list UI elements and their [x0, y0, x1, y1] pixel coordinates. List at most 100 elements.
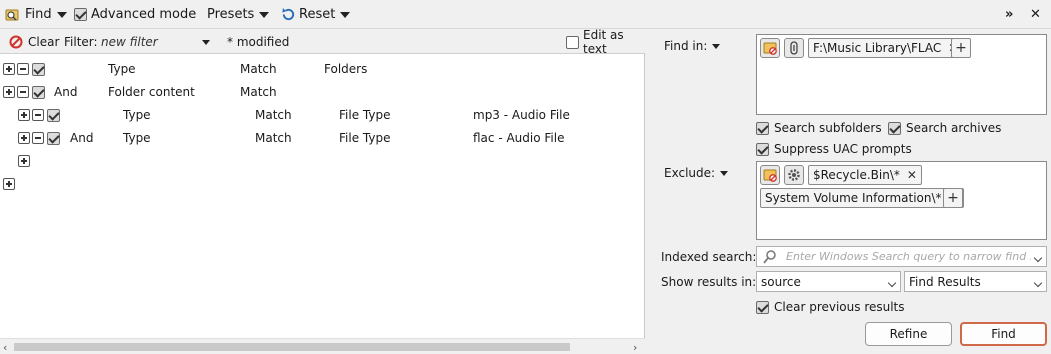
presets-menu-button[interactable]: Presets	[207, 5, 270, 24]
show-results-label: Show results in:	[661, 275, 757, 289]
edit-as-text-toggle[interactable]: Edit as text	[566, 28, 645, 56]
search-subfolders-label: Search subfolders	[774, 121, 882, 135]
exclude-token[interactable]: System Volume Information\* ✕	[760, 188, 964, 208]
results-target-value: Find Results	[909, 274, 981, 289]
rule-field[interactable]: Type	[123, 131, 151, 145]
exclude-menu[interactable]: Exclude:	[664, 166, 729, 180]
reset-label: Reset	[299, 7, 336, 22]
exclude-item: System Volume Information\*	[765, 191, 942, 205]
browse-folder-icon[interactable]	[760, 38, 780, 58]
find-menu-label: Find	[25, 7, 52, 22]
filter-select[interactable]: new filter	[101, 34, 213, 50]
top-toolbar: Find Advanced mode Presets Reset » ✕	[0, 0, 1051, 29]
rule-field[interactable]: Type	[123, 108, 151, 122]
browse-folder-icon[interactable]	[760, 165, 780, 185]
search-archives-option[interactable]: Search archives	[888, 121, 1001, 135]
exclude-box[interactable]: $Recycle.Bin\* ✕ System Volume Informati…	[756, 161, 1047, 240]
results-location-select[interactable]: source	[756, 271, 901, 292]
filter-rules-pane: Clear Filter: new filter * modified Edit…	[0, 28, 645, 354]
expand-icon[interactable]	[3, 63, 15, 75]
close-icon[interactable]: ✕	[1030, 5, 1041, 24]
add-location-button[interactable]: +	[951, 38, 971, 58]
clear-previous-checkbox[interactable]	[756, 300, 769, 314]
refine-button[interactable]: Refine	[865, 322, 952, 346]
rule-enabled-checkbox[interactable]	[32, 86, 45, 99]
rule-operator[interactable]: Match	[240, 85, 277, 99]
advanced-mode-toggle[interactable]: Advanced mode	[74, 5, 196, 24]
rule-operator[interactable]: Match	[255, 108, 292, 122]
find-in-path-token[interactable]: F:\Music Library\FLAC ✕	[808, 38, 964, 58]
suppress-uac-label: Suppress UAC prompts	[774, 142, 912, 156]
rule-field[interactable]: Type	[108, 62, 136, 76]
results-location-value: source	[761, 274, 801, 289]
search-archives-label: Search archives	[906, 121, 1002, 135]
chevron-down-icon	[720, 170, 729, 176]
exclude-token[interactable]: $Recycle.Bin\* ✕	[808, 165, 922, 185]
rule-connector[interactable]: And	[54, 85, 77, 99]
suppress-uac-checkbox[interactable]	[756, 142, 769, 156]
expand-icon[interactable]	[18, 132, 30, 144]
add-rule-icon[interactable]	[3, 178, 15, 190]
collapse-icon[interactable]	[17, 86, 29, 98]
exclude-label: Exclude:	[664, 166, 716, 180]
scroll-right-icon[interactable]: ›	[633, 341, 637, 354]
find-in-box[interactable]: F:\Music Library\FLAC ✕ +	[756, 34, 1047, 115]
rule-enabled-checkbox[interactable]	[47, 109, 60, 122]
rule-extra[interactable]: mp3 - Audio File	[473, 108, 570, 122]
rule-value[interactable]: Folders	[324, 62, 367, 76]
expand-icon[interactable]	[18, 109, 30, 121]
scrollbar-thumb[interactable]	[14, 343, 570, 351]
search-subfolders-option[interactable]: Search subfolders	[756, 121, 882, 135]
find-menu-button[interactable]: Find	[5, 5, 67, 24]
scroll-left-icon[interactable]: ‹	[3, 341, 7, 354]
rule-operator[interactable]: Match	[255, 131, 292, 145]
reset-icon	[282, 7, 295, 21]
collapse-icon[interactable]	[32, 109, 44, 121]
collapse-panel-icon[interactable]: »	[1005, 5, 1013, 24]
indexed-search-input[interactable]: Enter Windows Search query to narrow fin…	[756, 246, 1047, 267]
edit-as-text-checkbox[interactable]	[566, 35, 579, 49]
find-in-menu[interactable]: Find in:	[664, 39, 721, 53]
rule-row[interactable]: And Type Match File Type flac - Audio Fi…	[0, 127, 645, 150]
collapse-icon[interactable]	[17, 63, 29, 75]
search-subfolders-checkbox[interactable]	[756, 121, 769, 135]
chevron-down-icon	[340, 11, 351, 18]
chevron-down-icon	[712, 43, 721, 49]
gear-icon[interactable]	[784, 165, 804, 185]
rule-row[interactable]: And Folder content Match	[0, 81, 645, 104]
rule-operator[interactable]: Match	[240, 62, 277, 76]
search-options-pane: Find in: F:\Music Library\FLAC ✕ + Searc…	[653, 29, 1051, 354]
clear-previous-label: Clear previous results	[774, 300, 905, 314]
presets-label: Presets	[207, 7, 255, 22]
link-icon[interactable]	[784, 38, 804, 58]
expand-icon[interactable]	[3, 86, 15, 98]
find-folder-icon	[5, 9, 19, 21]
clear-filter-button[interactable]: Clear	[9, 34, 59, 50]
horizontal-scrollbar[interactable]: ‹ ›	[0, 338, 645, 354]
remove-token-icon[interactable]: ✕	[907, 168, 917, 182]
suppress-uac-option[interactable]: Suppress UAC prompts	[756, 142, 912, 156]
rule-field[interactable]: Folder content	[108, 85, 195, 99]
rule-row[interactable]: Type Match File Type mp3 - Audio File	[0, 104, 645, 127]
rule-enabled-checkbox[interactable]	[47, 132, 60, 145]
clear-label: Clear	[28, 35, 60, 49]
rule-value[interactable]: File Type	[339, 108, 390, 122]
find-in-label: Find in:	[664, 39, 708, 53]
rule-enabled-checkbox[interactable]	[32, 63, 45, 76]
search-archives-checkbox[interactable]	[888, 121, 901, 135]
results-target-select[interactable]: Find Results	[904, 271, 1047, 292]
add-exclusion-button[interactable]: +	[943, 188, 963, 208]
search-icon	[763, 249, 776, 264]
rule-extra[interactable]: flac - Audio File	[473, 131, 564, 145]
find-button[interactable]: Find	[960, 322, 1047, 346]
reset-menu-button[interactable]: Reset	[281, 5, 351, 24]
chevron-down-icon	[1033, 278, 1043, 288]
rule-row[interactable]: Type Match Folders	[0, 58, 645, 81]
clear-previous-option[interactable]: Clear previous results	[756, 300, 905, 314]
advanced-mode-label: Advanced mode	[91, 7, 197, 22]
rule-connector[interactable]: And	[70, 131, 93, 145]
add-rule-icon[interactable]	[18, 155, 30, 167]
collapse-icon[interactable]	[32, 132, 44, 144]
rule-value[interactable]: File Type	[339, 131, 390, 145]
advanced-mode-checkbox[interactable]	[74, 8, 87, 21]
